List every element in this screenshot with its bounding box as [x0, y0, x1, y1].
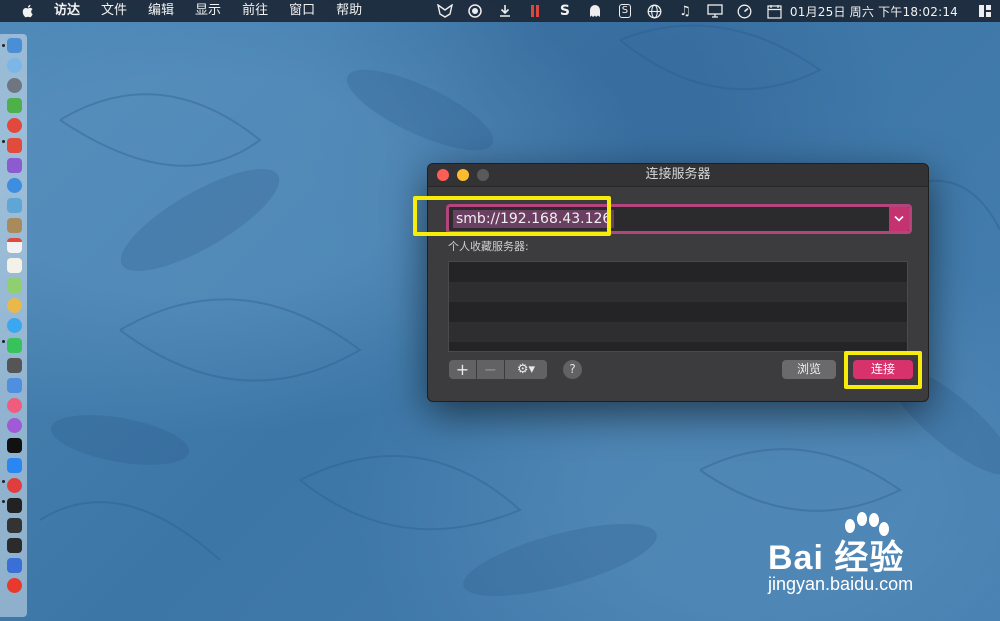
menu-go[interactable]: 前往	[242, 0, 268, 22]
maps-icon[interactable]	[7, 278, 22, 293]
messages-icon[interactable]	[7, 318, 22, 333]
globe-icon[interactable]	[646, 3, 664, 19]
running-indicator	[2, 340, 5, 343]
address-highlight-box	[413, 196, 611, 236]
finder-icon[interactable]	[7, 38, 22, 53]
music-note-icon[interactable]: ♫	[676, 3, 694, 19]
calendar-icon[interactable]	[766, 3, 784, 19]
add-favorite-button[interactable]: +	[449, 360, 477, 379]
photos-icon[interactable]	[7, 298, 22, 313]
app-store-icon[interactable]	[7, 458, 22, 473]
app-icon[interactable]	[7, 158, 22, 173]
download-icon[interactable]	[496, 3, 514, 19]
activity-monitor-icon[interactable]	[7, 518, 22, 533]
help-button[interactable]: ?	[563, 360, 582, 379]
favorite-servers-list[interactable]	[448, 261, 908, 352]
gear-menu-button[interactable]: ⚙▾	[505, 360, 547, 379]
launchpad-icon[interactable]	[7, 78, 22, 93]
display-icon[interactable]	[706, 3, 724, 19]
list-item[interactable]	[449, 302, 907, 322]
android-icon[interactable]	[7, 98, 22, 113]
running-indicator	[2, 140, 5, 143]
preview-icon[interactable]	[7, 198, 22, 213]
music-icon[interactable]	[7, 398, 22, 413]
sogou-icon[interactable]: S	[616, 3, 634, 19]
connect-highlight-box	[844, 351, 922, 389]
browse-button[interactable]: 浏览	[782, 360, 836, 379]
ghost-icon[interactable]	[586, 3, 604, 19]
apple-icon[interactable]	[20, 3, 36, 19]
notification-center-icon[interactable]	[976, 3, 994, 19]
list-item[interactable]	[449, 282, 907, 302]
dialog-title: 连接服务器	[645, 167, 711, 182]
running-indicator	[2, 500, 5, 503]
siri-icon[interactable]	[7, 58, 22, 73]
favorites-controls: + − ⚙▾	[449, 360, 547, 379]
app-icon[interactable]	[7, 358, 22, 373]
calendar-app-icon[interactable]	[7, 238, 22, 253]
recent-servers-dropdown[interactable]	[889, 207, 909, 231]
baidu-jingyan-watermark: Bai 经验 jingyan.baidu.com	[768, 512, 988, 602]
chevron-down-icon	[894, 215, 904, 222]
chrome-icon[interactable]	[7, 118, 22, 133]
watermark-brand: Bai 经验	[768, 539, 905, 577]
safari-icon[interactable]	[7, 178, 22, 193]
menu-window[interactable]: 窗口	[289, 0, 315, 22]
keynote-icon[interactable]	[7, 378, 22, 393]
menu-help[interactable]: 帮助	[336, 0, 362, 22]
vpn-icon[interactable]	[7, 558, 22, 573]
speedometer-icon[interactable]	[736, 3, 754, 19]
fox-icon[interactable]	[436, 3, 454, 19]
list-item[interactable]	[449, 322, 907, 342]
menu-file[interactable]: 文件	[101, 0, 127, 22]
notes-icon[interactable]	[7, 218, 22, 233]
apple-tv-icon[interactable]	[7, 438, 22, 453]
s-app-icon[interactable]: S	[556, 3, 574, 19]
remove-favorite-button[interactable]: −	[477, 360, 505, 379]
menu-edit[interactable]: 编辑	[148, 0, 174, 22]
parallels-icon[interactable]	[526, 3, 544, 19]
watermark-site: jingyan.baidu.com	[768, 574, 914, 594]
yandex-icon[interactable]	[7, 578, 22, 593]
menu-bar: 访达 文件 编辑 显示 前往 窗口 帮助 S S ♫ 01月25日 周六 下午1…	[0, 0, 1000, 22]
dock	[0, 34, 27, 617]
list-item[interactable]	[449, 262, 907, 282]
app-icon[interactable]	[7, 138, 22, 153]
dialog-titlebar[interactable]: 连接服务器	[428, 164, 928, 187]
menu-view[interactable]: 显示	[195, 0, 221, 22]
menu-app-name[interactable]: 访达	[54, 0, 80, 22]
wechat-icon[interactable]	[7, 338, 22, 353]
console-icon[interactable]	[7, 538, 22, 553]
status-area: S S ♫ 01月25日 周六 下午18:02:14	[424, 0, 1000, 22]
favorite-servers-label: 个人收藏服务器:	[448, 240, 529, 253]
vivaldi-icon[interactable]	[7, 478, 22, 493]
running-indicator	[2, 44, 5, 47]
record-icon[interactable]	[466, 3, 484, 19]
menubar-clock[interactable]: 01月25日 周六 下午18:02:14	[790, 3, 958, 20]
podcasts-icon[interactable]	[7, 418, 22, 433]
notes-paper-icon[interactable]	[7, 258, 22, 273]
running-indicator	[2, 480, 5, 483]
terminal-icon[interactable]	[7, 498, 22, 513]
